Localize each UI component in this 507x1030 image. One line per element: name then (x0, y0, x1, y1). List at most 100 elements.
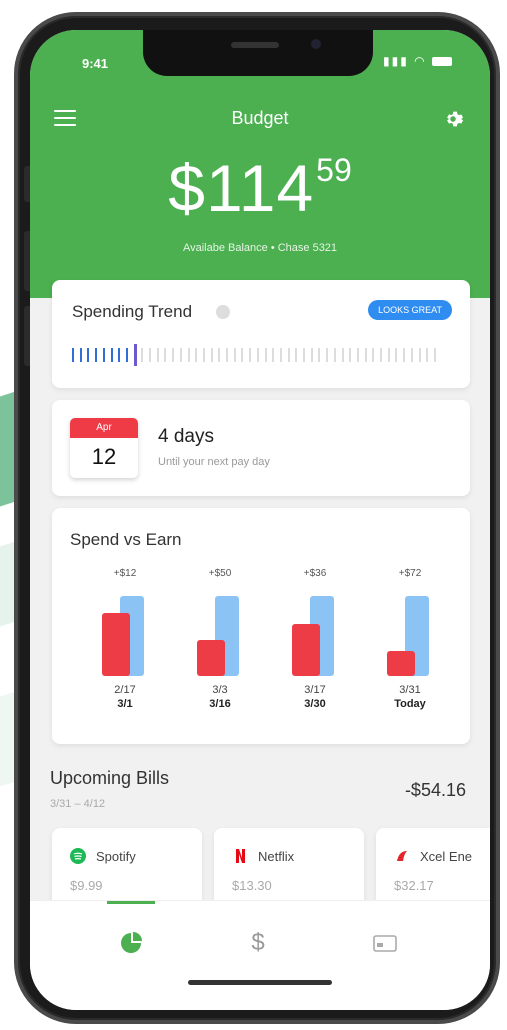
trend-tick (287, 348, 290, 362)
status-badge: LOOKS GREAT (368, 300, 452, 320)
gear-icon[interactable] (442, 108, 464, 130)
phone-screen: 9:41 ▮▮▮ ◠ Budget $11459 Availabe Balanc… (30, 30, 490, 1010)
trend-tick (210, 348, 213, 362)
period-end-label: Today (394, 698, 426, 710)
earn-label: +$50 (208, 568, 232, 579)
spend-earn-group[interactable]: +$50 3/3 3/16 (185, 568, 255, 733)
info-icon[interactable] (216, 305, 230, 319)
trend-tick (303, 348, 305, 362)
earn-label: +$36 (303, 568, 327, 579)
tab-overview[interactable] (111, 923, 151, 963)
upcoming-bills-total: -$54.16 (404, 780, 466, 800)
balance-dollars: $114 (168, 151, 315, 225)
spend-vs-earn-card[interactable]: Spend vs Earn +$12 2/17 3/1 +$50 3/3 3/16 +$36… (52, 508, 470, 744)
trend-tick (318, 348, 321, 362)
trend-tick (141, 348, 144, 362)
period-end-label: 3/30 (304, 698, 326, 710)
trend-progress (72, 344, 442, 366)
trend-tick (256, 348, 259, 362)
spending-trend-title: Spending Trend (72, 302, 193, 321)
trend-tick (102, 348, 105, 362)
wifi-icon: ◠ (414, 54, 427, 68)
trend-tick (364, 348, 367, 362)
trend-tick (125, 348, 128, 362)
period-end-label: 3/16 (209, 698, 231, 710)
spend-earn-group[interactable]: +$12 2/17 3/1 (90, 568, 160, 733)
trend-tick (410, 348, 413, 362)
netflix-icon (236, 849, 245, 863)
trend-tick (395, 348, 398, 362)
tab-cards[interactable] (364, 923, 404, 963)
trend-tick (387, 348, 390, 362)
bill-amount: $32.17 (394, 878, 434, 893)
trend-tick (72, 348, 74, 362)
period-start-label: 3/17 (304, 684, 326, 696)
speaker (231, 42, 279, 48)
spend-bar (102, 612, 130, 676)
trend-tick (149, 348, 151, 362)
trend-tick (187, 348, 190, 362)
bill-amount: $9.99 (70, 878, 103, 893)
trend-tick (79, 348, 82, 362)
spend-bar (197, 640, 225, 676)
balance-subtitle: Availabe Balance • Chase 5321 (182, 242, 338, 254)
upcoming-bills-range: 3/31 – 4/12 (50, 798, 106, 810)
trend-tick (326, 348, 329, 362)
dollar-icon: $ (251, 929, 265, 956)
spend-earn-group[interactable]: +$36 3/17 3/30 (280, 568, 350, 733)
trend-tick (433, 348, 436, 362)
tab-money[interactable]: $ (238, 923, 278, 963)
bill-amount: $13.30 (232, 878, 272, 893)
xcel-energy-icon (397, 851, 407, 861)
active-tab-indicator (107, 901, 155, 904)
home-indicator (188, 980, 332, 985)
trend-tick (310, 348, 313, 362)
spotify-icon (70, 848, 86, 864)
period-end-label: 3/1 (117, 698, 133, 710)
payday-card[interactable]: Apr 12 4 days Until your next pay day (52, 400, 470, 496)
card-icon (373, 935, 397, 952)
trend-tick (295, 348, 298, 362)
trend-tick (426, 348, 429, 362)
status-time: 9:41 (82, 56, 109, 71)
calendar-day: 12 (91, 444, 117, 469)
spending-trend-card[interactable]: Spending Trend LOOKS GREAT (52, 280, 470, 388)
trend-tick (172, 348, 175, 362)
payday-countdown: 4 days (158, 426, 214, 447)
spend-bar (387, 651, 415, 676)
page-title: Budget (231, 108, 289, 128)
trend-tick (218, 348, 221, 362)
battery-icon (432, 57, 452, 67)
trend-tick (110, 348, 113, 362)
calendar-icon: Apr 12 (70, 418, 138, 478)
trend-tick (272, 348, 275, 362)
balance-cents: 59 (316, 152, 352, 188)
spend-earn-group[interactable]: +$72 3/31 Today (375, 568, 445, 733)
trend-tick (403, 348, 406, 362)
balance-amount: $11459 (30, 150, 490, 226)
trend-tick (179, 348, 182, 362)
trend-tick (341, 348, 344, 362)
notch (143, 30, 373, 76)
trend-tick (233, 348, 236, 362)
upcoming-bills-title: Upcoming Bills (50, 768, 170, 788)
trend-tick (279, 348, 282, 362)
signal-icon: ▮▮▮ (383, 54, 409, 68)
bill-name: Xcel Ene (420, 849, 473, 864)
trend-tick (372, 348, 375, 362)
trend-tick (118, 348, 121, 362)
spend-bar (292, 624, 320, 676)
trend-tick (418, 348, 421, 362)
period-start-label: 3/3 (212, 684, 228, 696)
period-start-label: 2/17 (114, 684, 136, 696)
tab-bar: $ (30, 900, 490, 1010)
trend-tick (264, 348, 267, 362)
trend-tick (156, 348, 159, 362)
earn-label: +$72 (398, 568, 422, 579)
calendar-month: Apr (70, 418, 138, 438)
trend-tick (87, 348, 90, 362)
trend-tick (202, 348, 205, 362)
bill-name: Spotify (96, 849, 136, 864)
spend-vs-earn-title: Spend vs Earn (70, 530, 182, 549)
pie-chart-icon (121, 932, 142, 953)
